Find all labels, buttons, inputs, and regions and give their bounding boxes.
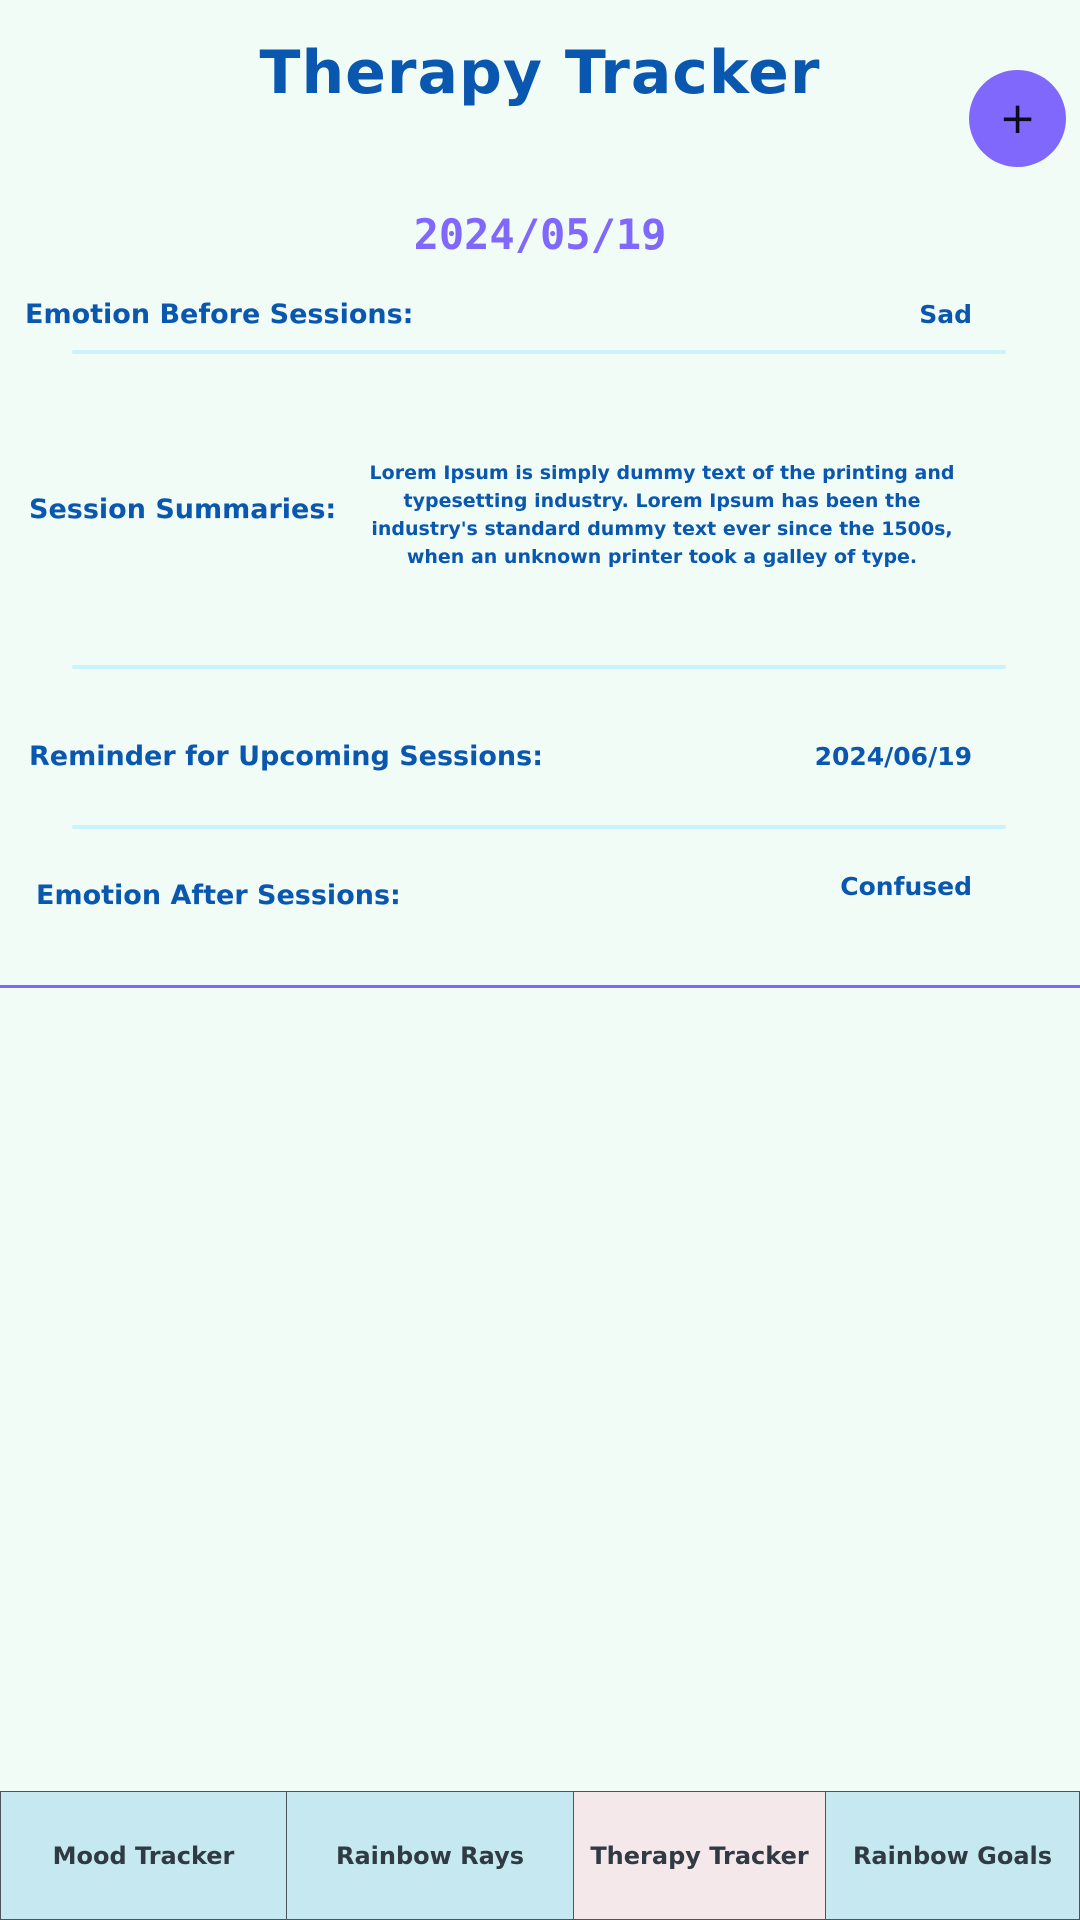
session-summary-text: Lorem Ipsum is simply dummy text of the …	[369, 462, 955, 568]
add-session-button[interactable]: +	[969, 70, 1066, 167]
divider	[72, 825, 1006, 829]
bottom-tab-bar: Mood Tracker Rainbow Rays Therapy Tracke…	[0, 1791, 1080, 1920]
emotion-after-value: Confused	[840, 872, 972, 901]
emotion-before-value: Sad	[919, 300, 972, 329]
section-divider	[0, 985, 1080, 988]
reminder-label: Reminder for Upcoming Sessions:	[29, 741, 544, 772]
tab-rainbow-rays[interactable]: Rainbow Rays	[287, 1791, 574, 1920]
tab-rainbow-goals[interactable]: Rainbow Goals	[826, 1791, 1080, 1920]
divider	[72, 665, 1006, 669]
divider	[72, 350, 1006, 354]
session-date: 2024/05/19	[413, 210, 667, 259]
page-title: Therapy Tracker	[259, 38, 821, 108]
tab-mood-tracker[interactable]: Mood Tracker	[0, 1791, 287, 1920]
plus-icon: +	[999, 92, 1036, 144]
emotion-before-label: Emotion Before Sessions:	[25, 299, 414, 330]
session-summary-label: Session Summaries:	[29, 494, 337, 525]
tab-therapy-tracker[interactable]: Therapy Tracker	[574, 1791, 826, 1920]
emotion-after-label: Emotion After Sessions:	[36, 880, 401, 911]
reminder-value: 2024/06/19	[814, 742, 972, 771]
